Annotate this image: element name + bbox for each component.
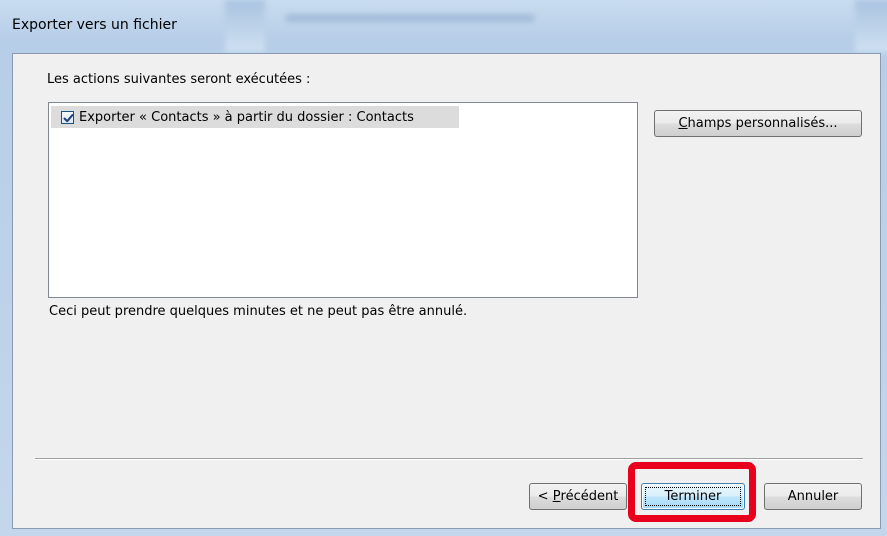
dialog-client-area: Les actions suivantes seront exécutées :… — [12, 53, 881, 529]
export-action-label: Exporter « Contacts » à partir du dossie… — [79, 109, 414, 125]
previous-button[interactable]: < Précédent — [529, 483, 627, 510]
duration-note: Ceci peut prendre quelques minutes et ne… — [49, 304, 468, 319]
actions-label: Les actions suivantes seront exécutées : — [47, 72, 311, 87]
export-checkbox[interactable] — [61, 110, 74, 124]
dialog-window: Exporter vers un fichier Les actions sui… — [0, 0, 887, 536]
custom-fields-accel: C — [678, 116, 688, 131]
title-bar[interactable]: Exporter vers un fichier — [0, 0, 887, 54]
custom-fields-button[interactable]: Champs personnalisés... — [654, 110, 862, 137]
window-title: Exporter vers un fichier — [12, 17, 177, 33]
separator — [35, 458, 863, 460]
cancel-button[interactable]: Annuler — [764, 483, 862, 510]
actions-listbox[interactable]: Exporter « Contacts » à partir du dossie… — [48, 102, 638, 298]
list-item[interactable]: Exporter « Contacts » à partir du dossie… — [51, 106, 459, 128]
cancel-label: Annuler — [787, 489, 839, 504]
previous-accel: P — [552, 489, 561, 504]
previous-prefix: < — [537, 489, 553, 504]
previous-label: récédent — [560, 489, 619, 504]
finish-highlight-annotation — [628, 462, 756, 522]
checkmark-icon — [63, 113, 74, 122]
custom-fields-label: hamps personnalisés... — [687, 116, 838, 131]
